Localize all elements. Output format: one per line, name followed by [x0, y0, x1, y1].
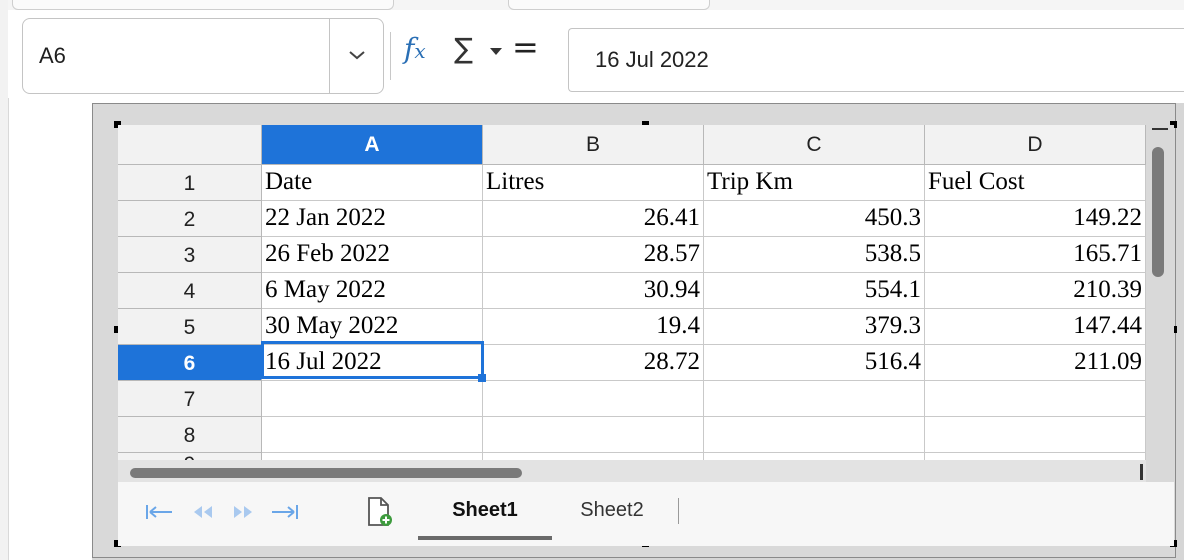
- column-header-d[interactable]: D: [925, 125, 1146, 165]
- row-header-4[interactable]: 4: [118, 273, 262, 309]
- vertical-scrollbar[interactable]: [1146, 125, 1174, 460]
- vertical-scrollbar-thumb[interactable]: [1152, 147, 1164, 277]
- cell-a8[interactable]: [262, 417, 483, 453]
- cell-b9[interactable]: [483, 453, 704, 460]
- column-header-c[interactable]: C: [704, 125, 925, 165]
- cell-a1[interactable]: Date: [262, 165, 483, 201]
- scrollbar-top-marker: [1152, 128, 1168, 130]
- sheet-tab-sheet2[interactable]: Sheet2: [558, 482, 666, 536]
- cell-b8[interactable]: [483, 417, 704, 453]
- tab-separator: [678, 498, 679, 524]
- cell-d3[interactable]: 165.71: [925, 237, 1146, 273]
- row-header-3[interactable]: 3: [118, 237, 262, 273]
- cell-c7[interactable]: [704, 381, 925, 417]
- cell-b5[interactable]: 19.4: [483, 309, 704, 345]
- cell-b3[interactable]: 28.57: [483, 237, 704, 273]
- horizontal-scrollbar[interactable]: [118, 460, 1146, 482]
- cell-c2[interactable]: 450.3: [704, 201, 925, 237]
- sheet-tab-sheet1[interactable]: Sheet1: [418, 482, 552, 540]
- cell-c6[interactable]: 516.4: [704, 345, 925, 381]
- cell-a5[interactable]: 30 May 2022: [262, 309, 483, 345]
- toolbar-divider: [390, 32, 391, 80]
- cell-d6[interactable]: 211.09: [925, 345, 1146, 381]
- row-header-9[interactable]: 9: [118, 453, 262, 460]
- scrollbar-split-marker: [1140, 464, 1143, 480]
- row-header-8[interactable]: 8: [118, 417, 262, 453]
- column-header-a[interactable]: A: [262, 125, 483, 165]
- formula-input-value: 16 Jul 2022: [595, 47, 709, 72]
- sheet-tab-bar: Sheet1 Sheet2: [118, 482, 1174, 546]
- autofill-handle[interactable]: [478, 374, 486, 382]
- cell-b6[interactable]: 28.72: [483, 345, 704, 381]
- last-sheet-icon[interactable]: [270, 502, 300, 522]
- toolbar-top-strip: [8, 0, 1184, 10]
- toolbar-tab-shape: [12, 0, 394, 10]
- cell-c8[interactable]: [704, 417, 925, 453]
- row-header-2[interactable]: 2: [118, 201, 262, 237]
- row-header-1[interactable]: 1: [118, 165, 262, 201]
- formula-input[interactable]: 16 Jul 2022: [568, 28, 1184, 92]
- first-sheet-icon[interactable]: [144, 502, 174, 522]
- sum-dropdown-icon[interactable]: [490, 48, 502, 55]
- sigma-icon[interactable]: ∑: [454, 32, 473, 65]
- cell-d5[interactable]: 147.44: [925, 309, 1146, 345]
- cell-c3[interactable]: 538.5: [704, 237, 925, 273]
- cell-c9[interactable]: [704, 453, 925, 460]
- cell-c4[interactable]: 554.1: [704, 273, 925, 309]
- equals-icon[interactable]: =: [512, 28, 539, 66]
- cell-b7[interactable]: [483, 381, 704, 417]
- next-sheet-icon[interactable]: [230, 502, 256, 522]
- chevron-down-icon[interactable]: [329, 19, 385, 93]
- cell-a9[interactable]: [262, 453, 483, 460]
- cell-b4[interactable]: 30.94: [483, 273, 704, 309]
- spreadsheet-grid: A B C D 1 2 3 4 5 6 7 8 9 Date Litres Tr…: [118, 125, 1146, 460]
- cell-c5[interactable]: 379.3: [704, 309, 925, 345]
- cell-d1[interactable]: Fuel Cost: [925, 165, 1146, 201]
- row-header-7[interactable]: 7: [118, 381, 262, 417]
- cell-a4[interactable]: 6 May 2022: [262, 273, 483, 309]
- name-box[interactable]: A6: [22, 18, 384, 94]
- cell-d9[interactable]: [925, 453, 1146, 460]
- toolbar-tab-shape: [508, 0, 710, 10]
- cell-a2[interactable]: 22 Jan 2022: [262, 201, 483, 237]
- formula-bar: A6 fx ∑ = 16 Jul 2022: [8, 10, 1184, 98]
- cell-b1[interactable]: Litres: [483, 165, 704, 201]
- horizontal-scrollbar-thumb[interactable]: [130, 468, 522, 478]
- column-header-b[interactable]: B: [483, 125, 704, 165]
- row-header-5[interactable]: 5: [118, 309, 262, 345]
- cell-d7[interactable]: [925, 381, 1146, 417]
- select-all-corner[interactable]: [118, 125, 262, 165]
- name-box-value[interactable]: A6: [39, 19, 66, 93]
- add-sheet-icon[interactable]: [366, 496, 394, 528]
- cell-a7[interactable]: [262, 381, 483, 417]
- previous-sheet-icon[interactable]: [190, 502, 216, 522]
- cell-d8[interactable]: [925, 417, 1146, 453]
- active-cell-cursor: [261, 341, 484, 379]
- function-wizard-icon[interactable]: fx: [404, 32, 426, 65]
- cell-a3[interactable]: 26 Feb 2022: [262, 237, 483, 273]
- cell-d2[interactable]: 149.22: [925, 201, 1146, 237]
- cell-c1[interactable]: Trip Km: [704, 165, 925, 201]
- row-header-6[interactable]: 6: [118, 345, 262, 381]
- cell-b2[interactable]: 26.41: [483, 201, 704, 237]
- cell-d4[interactable]: 210.39: [925, 273, 1146, 309]
